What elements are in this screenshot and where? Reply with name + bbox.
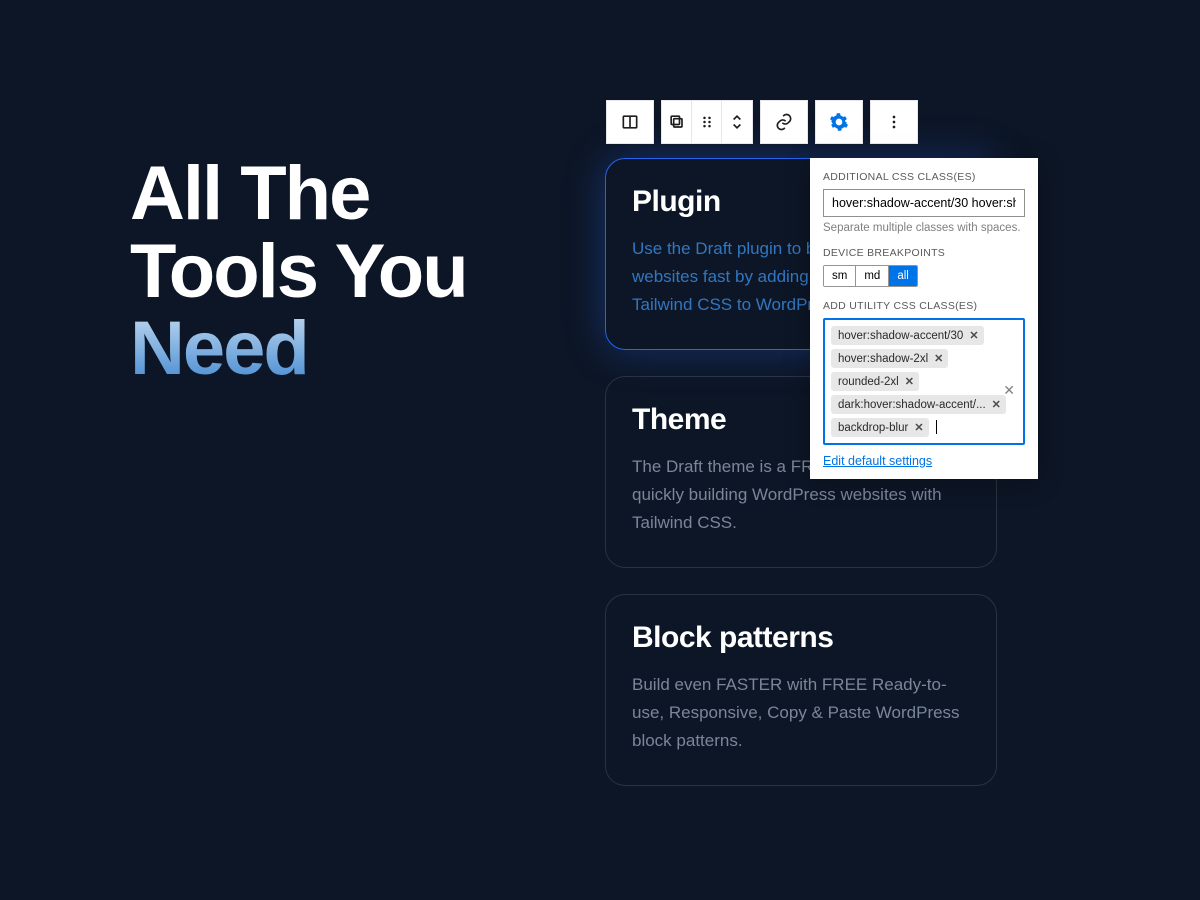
utility-tag: hover:shadow-accent/30✕	[831, 326, 984, 345]
sort-icon[interactable]	[722, 101, 752, 143]
columns-icon[interactable]	[607, 101, 653, 143]
breakpoint-group: sm md all	[823, 265, 918, 287]
remove-tag-icon[interactable]: ✕	[914, 421, 923, 434]
settings-panel: ADDITIONAL CSS CLASS(ES) Separate multip…	[810, 158, 1038, 479]
remove-tag-icon[interactable]: ✕	[934, 352, 943, 365]
hero-heading: All The Tools You Need	[130, 155, 467, 388]
remove-tag-icon[interactable]: ✕	[905, 375, 914, 388]
label-utility-css: ADD UTILITY CSS CLASS(ES)	[823, 300, 1025, 312]
label-breakpoints: DEVICE BREAKPOINTS	[823, 247, 1025, 259]
link-icon[interactable]	[761, 101, 807, 143]
remove-tag-icon[interactable]: ✕	[969, 329, 978, 342]
edit-defaults-link[interactable]: Edit default settings	[823, 454, 932, 468]
utility-tag: dark:hover:shadow-accent/...✕	[831, 395, 1006, 414]
utility-tag: backdrop-blur✕	[831, 418, 929, 437]
breakpoint-sm[interactable]: sm	[824, 266, 856, 286]
hero-line-1: All The	[130, 151, 369, 236]
more-icon[interactable]	[871, 101, 917, 143]
drag-icon[interactable]	[692, 101, 722, 143]
remove-tag-icon[interactable]: ✕	[992, 398, 1001, 411]
utility-tag-input[interactable]: hover:shadow-accent/30✕ hover:shadow-2xl…	[823, 318, 1025, 445]
hero-line-2: Tools You	[130, 229, 467, 314]
label-additional-css: ADDITIONAL CSS CLASS(ES)	[823, 171, 1025, 183]
clear-all-icon[interactable]: ✕	[1003, 382, 1015, 399]
card-body: Build even FASTER with FREE Ready-to-use…	[632, 671, 970, 755]
breakpoint-md[interactable]: md	[856, 266, 889, 286]
card-block-patterns[interactable]: Block patterns Build even FASTER with FR…	[605, 594, 997, 786]
block-toolbar	[606, 100, 918, 144]
utility-tag: rounded-2xl✕	[831, 372, 919, 391]
breakpoint-all[interactable]: all	[889, 266, 917, 286]
additional-css-input[interactable]	[823, 189, 1025, 217]
utility-tag: hover:shadow-2xl✕	[831, 349, 948, 368]
css-hint: Separate multiple classes with spaces.	[823, 222, 1025, 234]
gear-icon[interactable]	[816, 101, 862, 143]
duplicate-icon[interactable]	[662, 101, 692, 143]
card-title: Block patterns	[632, 621, 970, 655]
hero-line-3: Need	[130, 306, 308, 391]
